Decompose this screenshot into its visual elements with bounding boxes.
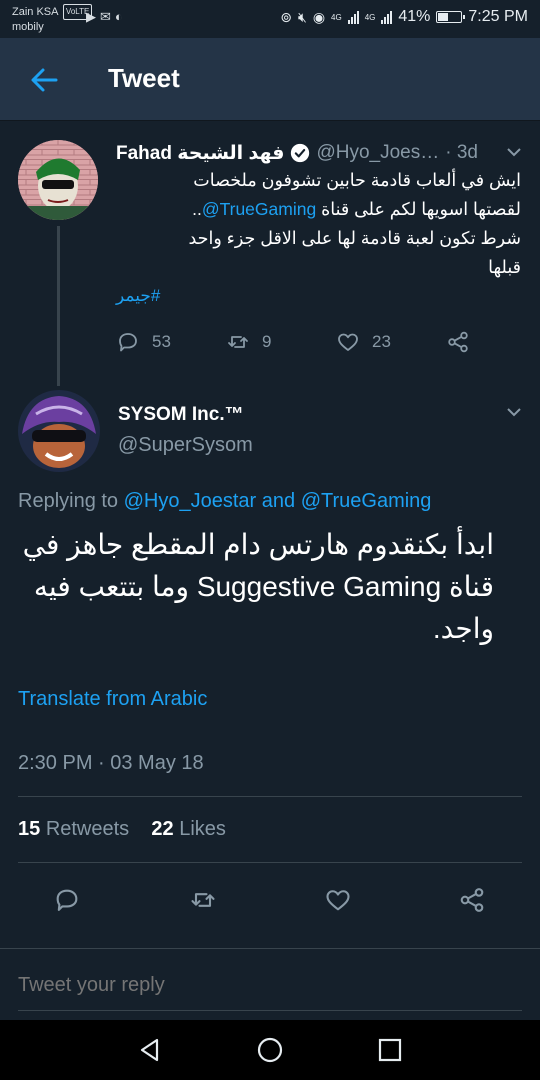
clock: 7:25 PM	[468, 8, 528, 25]
divider	[18, 862, 522, 863]
parent-text-line: شرط تكون لعبة قادمة لها على الاقل جزء وا…	[188, 228, 521, 248]
reply-count: 53	[152, 332, 171, 351]
likes-stat-label: Likes	[179, 818, 226, 840]
hashtag-link[interactable]: #جيمر	[116, 286, 170, 306]
retweets-stat-label: Retweets	[45, 818, 130, 840]
like-icon	[338, 333, 358, 351]
signal-bars-2-icon	[381, 10, 393, 24]
eye-icon: ◉	[312, 8, 326, 25]
parent-display-name[interactable]: Fahad فهد الشيحة	[116, 142, 284, 165]
divider	[18, 796, 522, 797]
parent-handle[interactable]: @Hyo_Joes…	[316, 142, 439, 164]
avatar[interactable]	[18, 140, 98, 220]
network-type-2: 4G	[364, 12, 376, 22]
replying-and: and	[261, 490, 296, 512]
replying-to: Replying to @Hyo_Joestar and @TrueGaming	[18, 490, 431, 513]
play-store-icon: ▶	[86, 9, 100, 24]
retweet-icon[interactable]	[189, 886, 217, 914]
nav-recents-icon[interactable]	[376, 1036, 404, 1064]
like-count: 23	[372, 332, 391, 351]
focused-display-name[interactable]: SYSOM Inc.™	[118, 404, 244, 426]
share-icon	[448, 331, 468, 353]
signal-bars-1-icon	[347, 10, 359, 24]
network-type-1: 4G	[331, 12, 342, 22]
likes-stat[interactable]: 22 Likes	[151, 818, 226, 840]
carrier-secondary: mobily	[12, 21, 44, 33]
message-icon: ✉	[100, 9, 115, 24]
app-bar: Tweet	[0, 38, 540, 121]
system-nav-bar	[0, 1020, 540, 1080]
carrier-info: Zain KSA VoLTE mobily	[12, 4, 93, 34]
tweet-timestamp: 2:30 PM · 03 May 18	[18, 752, 204, 774]
like-action[interactable]: 23	[336, 330, 391, 354]
tweet-action-bar	[0, 876, 540, 922]
focused-handle[interactable]: @SuperSysom	[118, 434, 253, 457]
parent-tweet-header: Fahad فهد الشيحة @Hyo_Joes… · 3d	[116, 140, 524, 166]
parent-text-segment: ..	[192, 199, 202, 219]
mute-icon: 🔇︎	[297, 8, 307, 25]
parent-text-line: قبلها	[488, 257, 521, 277]
parent-text-segment: لقصتها اسويها لكم على قناة	[321, 199, 521, 219]
battery-icon	[436, 11, 466, 23]
parent-tweet-text: ايش في ألعاب قادمة حابين تشوفون ملخصات ل…	[116, 166, 521, 282]
nav-home-icon[interactable]	[256, 1036, 284, 1064]
translate-link[interactable]: Translate from Arabic	[18, 688, 207, 711]
reply-underline	[18, 1010, 522, 1011]
system-status: ⊚ 🔇︎ ◉ 4G 4G 41% 7:25 PM	[280, 8, 528, 26]
mention-link[interactable]: @TrueGaming	[202, 199, 316, 219]
reply-action[interactable]: 53	[116, 330, 171, 354]
focused-tweet-text: ابدأ بكنقدوم هارتس دام المقطع جاهز في قن…	[22, 529, 494, 644]
parent-text-line: لقصتها اسويها لكم على قناة @TrueGaming..	[116, 195, 521, 224]
do-not-disturb-icon: ◐	[114, 9, 127, 24]
engagement-stats: 15 Retweets 22 Likes	[18, 818, 226, 841]
reply-mention-2[interactable]: @TrueGaming	[301, 490, 432, 512]
parent-text-line: ايش في ألعاب قادمة حابين تشوفون ملخصات	[193, 170, 521, 190]
hotspot-icon: ⊚	[280, 8, 292, 25]
chevron-down-icon[interactable]	[506, 407, 522, 417]
share-icon[interactable]	[458, 886, 486, 914]
reply-icon[interactable]	[53, 886, 81, 914]
share-action[interactable]	[446, 330, 470, 354]
parent-age: · 3d	[445, 142, 478, 163]
reply-mention-1[interactable]: @Hyo_Joestar	[124, 490, 257, 512]
verified-badge-icon	[291, 143, 310, 163]
battery-fill	[438, 13, 449, 21]
likes-stat-count: 22	[151, 818, 174, 840]
replying-prefix: Replying to	[18, 490, 119, 512]
retweets-stat-count: 15	[18, 818, 41, 840]
nav-back-icon[interactable]	[136, 1036, 164, 1064]
page-title: Tweet	[108, 63, 180, 93]
battery-percent: 41%	[398, 8, 431, 25]
status-bar: Zain KSA VoLTE mobily ▶✉◐ ⊚ 🔇︎ ◉ 4G 4G 4…	[0, 0, 540, 38]
retweet-count: 9	[262, 332, 272, 351]
reply-icon	[119, 333, 137, 352]
carrier-primary: Zain KSA	[12, 6, 58, 18]
like-icon[interactable]	[324, 886, 352, 914]
chevron-down-icon[interactable]	[506, 147, 522, 157]
avatar[interactable]	[18, 390, 100, 472]
avatar-fahad-image	[18, 140, 98, 220]
back-arrow-icon[interactable]	[28, 64, 60, 96]
retweet-icon	[228, 336, 248, 348]
notification-icons: ▶✉◐	[86, 9, 127, 25]
retweet-action[interactable]: 9	[226, 330, 271, 354]
reply-input[interactable]	[18, 974, 522, 997]
avatar-sysom-image	[18, 390, 100, 472]
retweets-stat[interactable]: 15 Retweets	[18, 818, 129, 840]
thread-connector	[57, 226, 60, 386]
